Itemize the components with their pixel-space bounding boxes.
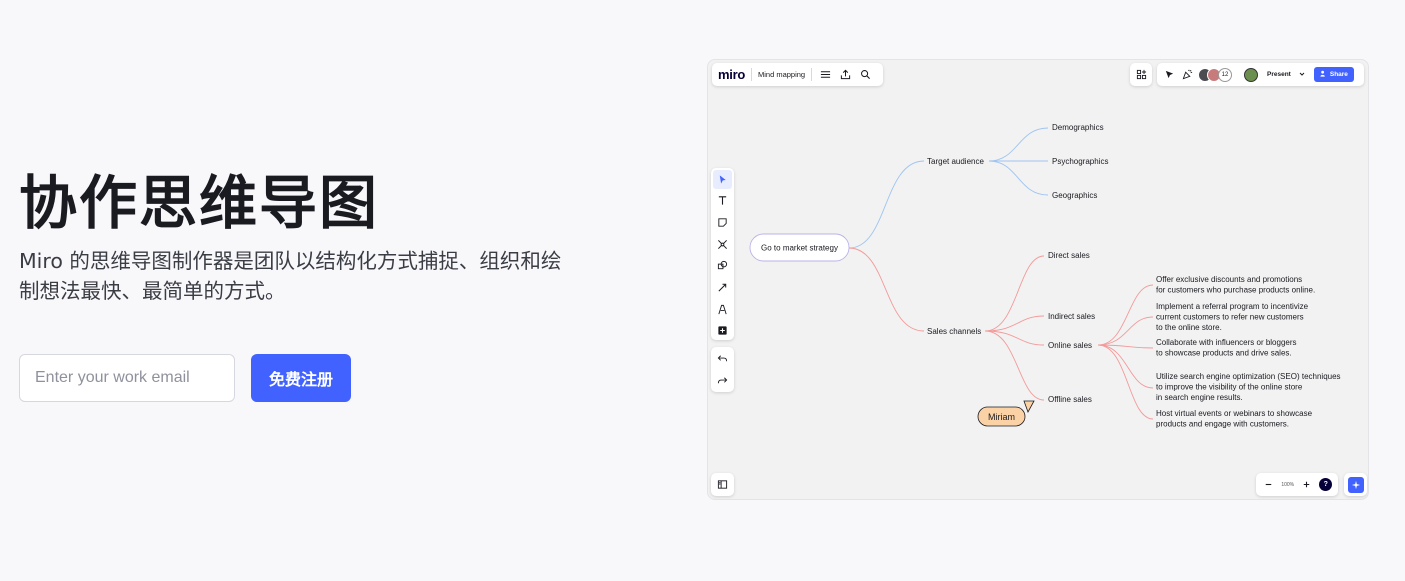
connector-geographics	[988, 160, 1049, 196]
zoom-level[interactable]: 100%	[1281, 482, 1294, 488]
node-psychographics[interactable]: Psychographics	[1052, 157, 1108, 166]
connector-idea-5	[1097, 344, 1154, 420]
idea-node[interactable]: Offer exclusive discounts and promotions…	[1156, 275, 1315, 295]
chevron-down-icon	[1299, 71, 1305, 79]
undo-icon[interactable]	[713, 349, 732, 368]
node-offline-sales[interactable]: Offline sales	[1048, 395, 1092, 404]
connector-target-audience	[848, 160, 925, 249]
connector-icon[interactable]	[713, 278, 732, 297]
sparkle-icon[interactable]	[1347, 476, 1364, 493]
board-header: miro Mind mapping	[712, 63, 883, 86]
avatar-count: 12	[1218, 67, 1232, 82]
ai-assist-panel	[1344, 473, 1367, 496]
connector-offline-sales	[984, 330, 1045, 401]
tool-palette	[711, 168, 734, 340]
present-label: Present	[1267, 71, 1291, 78]
connector-idea-1	[1097, 284, 1154, 346]
mind-map: Go to market strategy Target audience Sa…	[749, 123, 1341, 429]
idea-line: in search engine results.	[1156, 393, 1243, 402]
sidebar-toggle[interactable]	[711, 473, 734, 496]
present-button[interactable]: Present	[1262, 69, 1310, 81]
pen-icon[interactable]	[713, 300, 732, 319]
user-plus-icon	[1320, 70, 1327, 79]
current-user-avatar[interactable]	[1244, 67, 1258, 82]
idea-line: Collaborate with influencers or bloggers	[1156, 338, 1297, 347]
history-panel	[711, 347, 734, 392]
apps-panel	[1130, 63, 1152, 86]
connector-sales-channels	[848, 247, 925, 332]
redo-icon[interactable]	[713, 371, 732, 390]
idea-line: Implement a referral program to incentiv…	[1156, 302, 1309, 311]
branch-target-audience[interactable]: Target audience	[927, 157, 984, 166]
connector-idea-4	[1097, 344, 1154, 389]
celebrate-icon[interactable]	[1180, 68, 1194, 82]
collaboration-bar: 12 Present Share	[1157, 63, 1364, 86]
idea-node[interactable]: Collaborate with influencers or bloggers…	[1156, 338, 1297, 358]
sticky-note-icon[interactable]	[713, 213, 732, 232]
email-field[interactable]	[19, 354, 235, 402]
avatar-group[interactable]: 12	[1198, 67, 1232, 82]
branch-sales-channels[interactable]: Sales channels	[927, 327, 981, 336]
idea-line: for customers who purchase products onli…	[1156, 286, 1315, 295]
menu-icon[interactable]	[818, 68, 832, 82]
share-button[interactable]: Share	[1313, 67, 1354, 82]
board-preview: Go to market strategy Target audience Sa…	[707, 59, 1369, 500]
signup-button[interactable]: 免费注册	[251, 354, 351, 402]
idea-line: to improve the visibility of the online …	[1156, 383, 1303, 392]
text-icon[interactable]	[713, 192, 732, 211]
shapes-icon[interactable]	[713, 257, 732, 276]
connector-demographics	[988, 127, 1049, 162]
cursor-arrow-icon	[1023, 400, 1035, 413]
node-geographics[interactable]: Geographics	[1052, 191, 1097, 200]
zoom-out-icon[interactable]	[1262, 478, 1276, 492]
frame-icon[interactable]	[713, 235, 732, 254]
idea-node[interactable]: Implement a referral program to incentiv…	[1156, 302, 1309, 332]
idea-line: products and engage with customers.	[1156, 420, 1289, 429]
idea-line: Host virtual events or webinars to showc…	[1156, 409, 1313, 418]
cursor-icon[interactable]	[713, 170, 732, 189]
idea-line: Offer exclusive discounts and promotions	[1156, 275, 1302, 284]
zoom-in-icon[interactable]	[1300, 478, 1314, 492]
node-direct-sales[interactable]: Direct sales	[1048, 251, 1090, 260]
connector-direct-sales	[984, 255, 1045, 332]
root-node-label: Go to market strategy	[761, 244, 838, 253]
share-label: Share	[1329, 71, 1348, 78]
node-indirect-sales[interactable]: Indirect sales	[1048, 312, 1095, 321]
node-demographics[interactable]: Demographics	[1052, 123, 1104, 132]
idea-line: to the online store.	[1156, 323, 1222, 332]
connector-idea-2	[1097, 316, 1154, 346]
zoom-controls: 100% ?	[1256, 473, 1338, 496]
upload-icon[interactable]	[838, 68, 852, 82]
idea-node[interactable]: Utilize search engine optimization (SEO)…	[1156, 372, 1341, 402]
idea-line: Utilize search engine optimization (SEO)…	[1156, 372, 1341, 381]
miro-logo: miro	[718, 67, 745, 82]
idea-line: current customers to refer new customers	[1156, 313, 1304, 322]
divider	[811, 68, 813, 81]
cursor-name: Miriam	[988, 412, 1015, 422]
sidebar-icon	[716, 478, 730, 492]
help-button[interactable]: ?	[1319, 478, 1333, 491]
node-online-sales[interactable]: Online sales	[1048, 341, 1092, 350]
board-name[interactable]: Mind mapping	[758, 70, 805, 79]
cursor-follow-icon[interactable]	[1162, 68, 1176, 82]
idea-node[interactable]: Host virtual events or webinars to showc…	[1156, 409, 1313, 429]
search-icon[interactable]	[858, 68, 872, 82]
page-subtitle: Miro 的思维导图制作器是团队以结构化方式捕捉、组织和绘制想法最快、最简单的方…	[19, 249, 562, 303]
idea-line: to showcase products and drive sales.	[1156, 349, 1292, 358]
plus-icon[interactable]	[713, 321, 732, 340]
page-title: 协作思维导图	[19, 169, 380, 237]
apps-icon[interactable]	[1134, 68, 1148, 82]
collaborator-cursor: Miriam	[977, 400, 1035, 427]
divider	[750, 68, 752, 81]
